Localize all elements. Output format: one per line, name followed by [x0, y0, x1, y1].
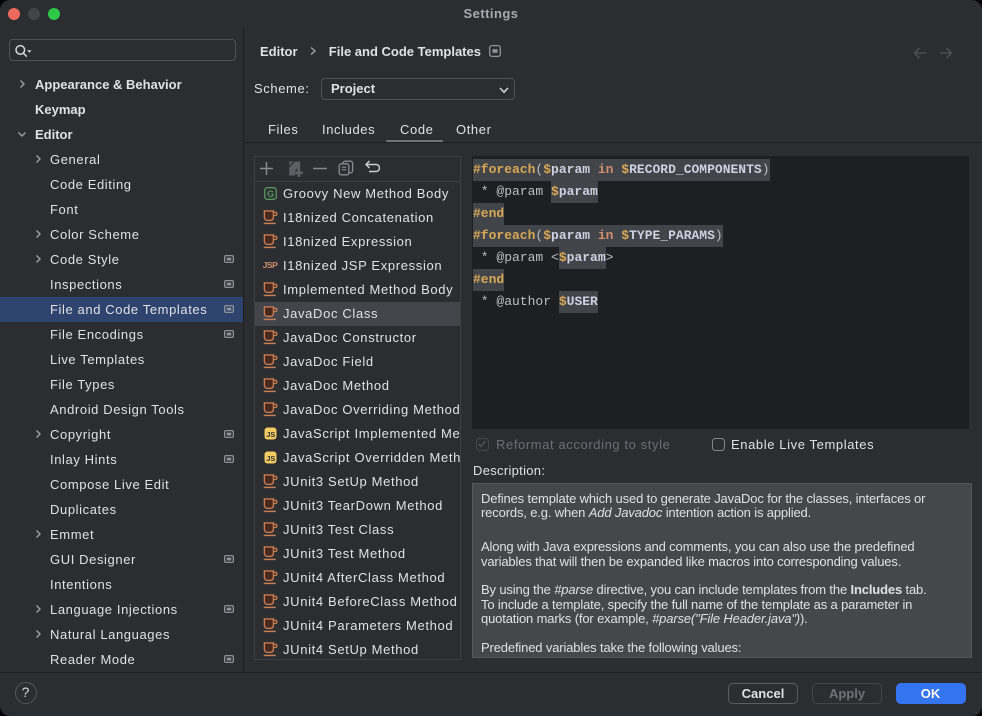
svg-text:JSP: JSP [263, 260, 279, 270]
svg-text:JS: JS [266, 430, 275, 439]
svg-text:JS: JS [266, 454, 275, 463]
svg-text:G: G [267, 188, 274, 198]
